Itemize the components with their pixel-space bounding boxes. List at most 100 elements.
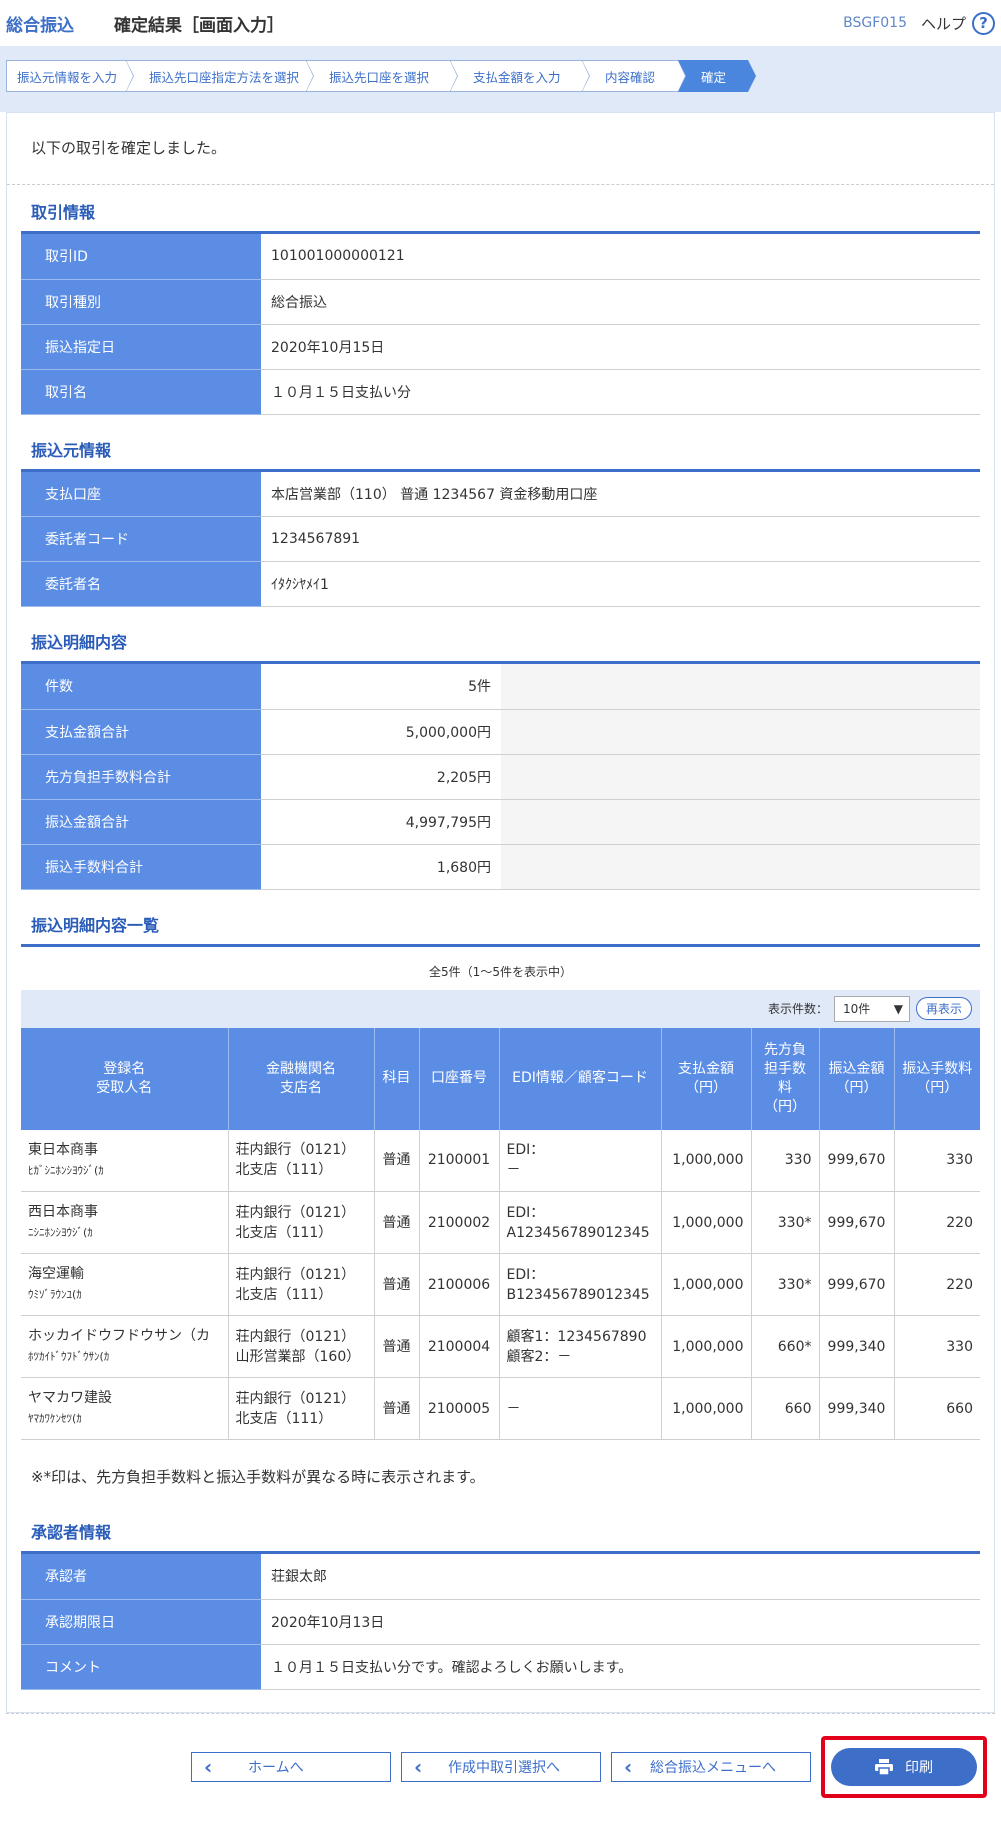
section-title-list: 振込明細内容一覧 (31, 915, 160, 935)
row-value: １０月１５日支払い分です。確認よろしくお願いします。 (261, 1644, 980, 1690)
transfer-amount: 999,670 (819, 1129, 895, 1192)
section-title-summary: 振込明細内容 (31, 633, 128, 652)
edi-line1: EDI： (506, 1204, 545, 1221)
app-header: 総合振込 確定結果［画面入力］ BSGF015 ヘルプ? (0, 0, 1001, 46)
table-row: 支払口座 本店営業部（110） 普通 1234567 資金移動用口座 (21, 471, 980, 517)
payee-fee: 330 (751, 1129, 820, 1192)
row-label: 承認期限日 (21, 1599, 261, 1645)
table-row: 振込金額合計 4,997,795円 (21, 799, 980, 845)
payee-kana: ﾎﾂｶｲﾄﾞｳﾌﾄﾞｳｻﾝ(ｶ (28, 1350, 110, 1363)
bank-name: 荘内銀行（0121） (235, 1204, 356, 1221)
row-value: 5件 (261, 664, 501, 710)
step-bar: 振込元情報を入力 振込先口座指定方法を選択 振込先口座を選択 支払金額を入力 内… (0, 46, 1001, 112)
branch-name: 北支店（111） (235, 1286, 333, 1303)
pay-amount: 1,000,000 (661, 1377, 752, 1440)
menu-button[interactable]: ‹ 総合振込メニューへ (611, 1751, 811, 1782)
row-label: 振込指定日 (21, 324, 261, 370)
chevron-left-icon: ‹ (624, 1754, 633, 1779)
transfer-amount: 999,670 (819, 1253, 895, 1316)
branch-name: 北支店（111） (235, 1410, 333, 1427)
row-label: 振込金額合計 (21, 799, 261, 845)
payee-name: 海空運輸 (28, 1266, 84, 1282)
transfer-fee: 660 (894, 1377, 980, 1440)
transfer-fee: 220 (894, 1191, 980, 1254)
col-amount: 振込金額 （円） (819, 1027, 895, 1130)
table-row: 取引名 １０月１５日支払い分 (21, 369, 980, 415)
table-row: 振込指定日 2020年10月15日 (21, 324, 980, 370)
chevron-left-icon: ‹ (414, 1754, 423, 1779)
transaction-table: 取引ID 101001000000121 取引種別 総合振込 振込指定日 2020年1… (21, 234, 980, 415)
row-value: 本店営業部（110） 普通 1234567 資金移動用口座 (261, 471, 980, 517)
confirm-message: 以下の取引を確定しました。 (7, 113, 994, 185)
branch-name: 北支店（111） (235, 1162, 333, 1179)
account-number: 2100006 (419, 1253, 500, 1316)
row-value: 総合振込 (261, 279, 980, 325)
row-label: 振込手数料合計 (21, 844, 261, 890)
row-label: 支払金額合計 (21, 709, 261, 755)
edi-line2: A123456789012345 (506, 1224, 650, 1241)
row-value: 1234567891 (261, 516, 980, 562)
account-number: 2100005 (419, 1377, 500, 1440)
page-title: 確定結果［画面入力］ (114, 15, 284, 36)
transfer-amount: 999,340 (819, 1315, 895, 1378)
row-value: 5,000,000円 (261, 709, 501, 755)
row-value: ｲﾀｸｼﾔﾒｲ1 (261, 561, 980, 607)
account-type: 普通 (374, 1377, 420, 1440)
payee-kana: ﾔﾏｶﾜｹﾝｾﾂ(ｶ (28, 1412, 82, 1425)
branch-name: 北支店（111） (235, 1224, 333, 1241)
detail-list-table: 登録名 受取人名 金融機関名 支店名 科目 口座番号 EDI情報／顧客コード 支払金… (21, 1027, 980, 1440)
row-value: 荘銀太郎 (261, 1554, 980, 1600)
row-label: 委託者コード (21, 516, 261, 562)
payee-name: ホッカイドウフドウサン（カ (28, 1328, 210, 1344)
step-2: 振込先口座指定方法を選択 (126, 60, 314, 92)
step-6-current: 確定 (678, 60, 756, 92)
table-header-row: 登録名 受取人名 金融機関名 支店名 科目 口座番号 EDI情報／顧客コード 支払金… (21, 1027, 980, 1130)
transfer-fee: 330 (894, 1129, 980, 1192)
row-value: 2,205円 (261, 754, 501, 800)
row-label: 取引ID (21, 234, 261, 280)
fee-note: ※*印は、先方負担手数料と振込手数料が異なる時に表示されます。 (31, 1468, 485, 1486)
row-value: 101001000000121 (261, 234, 980, 280)
table-row: ヤマカワ建設 ﾔﾏｶﾜｹﾝｾﾂ(ｶ 荘内銀行（0121） 北支店（111） 普通 2… (21, 1377, 980, 1440)
bank-name: 荘内銀行（0121） (235, 1266, 356, 1283)
branch-name: 山形営業部（160） (235, 1348, 361, 1365)
transfer-fee: 330 (894, 1315, 980, 1378)
account-number: 2100002 (419, 1191, 500, 1254)
transfer-amount: 999,670 (819, 1191, 895, 1254)
table-row: 委託者名 ｲﾀｸｼﾔﾒｲ1 (21, 561, 980, 607)
approver-table: 承認者 荘銀太郎 承認期限日 2020年10月13日 コメント １０月１５日支払い分で… (21, 1554, 980, 1690)
bank-name: 荘内銀行（0121） (235, 1142, 356, 1159)
edi-line2: 顧客2：－ (506, 1348, 572, 1365)
table-row: 承認者 荘銀太郎 (21, 1554, 980, 1600)
redisplay-button[interactable]: 再表示 (915, 997, 972, 1020)
col-transfer-fee: 振込手数料 （円） (894, 1027, 980, 1130)
payee-name: 東日本商事 (28, 1141, 98, 1158)
pay-amount: 1,000,000 (661, 1253, 752, 1316)
row-label: 取引種別 (21, 279, 261, 325)
display-count-select[interactable]: 10件 ▼ (833, 995, 910, 1022)
help-link[interactable]: ヘルプ? (921, 11, 995, 35)
display-count-label: 表示件数： (767, 1002, 828, 1016)
printer-icon (875, 1758, 893, 1775)
edi-line1: EDI： (506, 1142, 545, 1159)
row-value: 2020年10月13日 (261, 1599, 980, 1645)
home-button[interactable]: ‹ ホームへ (191, 1751, 391, 1782)
result-count: 全5件（1～5件を表示中） (429, 964, 572, 979)
account-type: 普通 (374, 1315, 420, 1378)
payee-kana: ﾋｶﾞｼﾆﾎﾝｼﾖｳｼﾞ(ｶ (28, 1163, 104, 1177)
account-type: 普通 (374, 1253, 420, 1316)
in-progress-button[interactable]: ‹ 作成中取引選択へ (401, 1751, 601, 1782)
row-label: 支払口座 (21, 471, 261, 517)
display-count-value: 10件 (842, 1002, 871, 1016)
row-label: 取引名 (21, 369, 261, 415)
edi-line1: 顧客1：1234567890 (506, 1328, 647, 1345)
table-row: 先方負担手数料合計 2,205円 (21, 754, 980, 800)
footer-actions: ‹ ホームへ ‹ 作成中取引選択へ ‹ 総合振込メニューへ 印刷 (6, 1712, 995, 1820)
edi-line2: B123456789012345 (506, 1286, 650, 1303)
print-button[interactable]: 印刷 (831, 1747, 977, 1786)
help-icon[interactable]: ? (972, 11, 995, 35)
payee-fee: 330* (751, 1191, 820, 1254)
table-row: 東日本商事 ﾋｶﾞｼﾆﾎﾝｼﾖｳｼﾞ(ｶ 荘内銀行（0121） 北支店（111） 普… (21, 1129, 980, 1192)
table-row: コメント １０月１５日支払い分です。確認よろしくお願いします。 (21, 1644, 980, 1690)
print-highlight: 印刷 (821, 1735, 987, 1798)
